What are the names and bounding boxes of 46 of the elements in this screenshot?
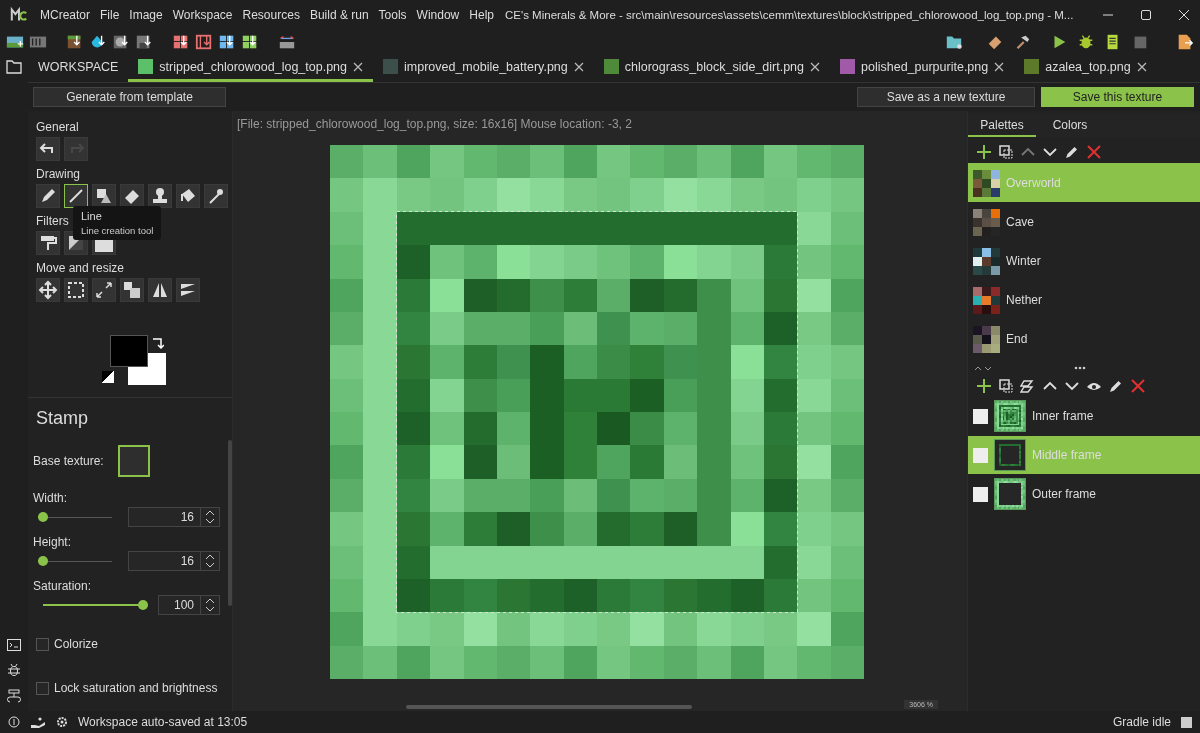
menu-item[interactable]: Image [124,8,168,22]
palette-item[interactable]: Nether [968,280,1200,319]
menu-item[interactable]: Workspace [167,8,238,22]
menu-item[interactable]: Build & run [304,8,374,22]
editor-tab[interactable]: azalea_top.png [1014,54,1157,82]
menu-item[interactable]: File [95,8,125,22]
number-field[interactable]: 16 [128,551,220,571]
palette-item[interactable]: Cave [968,202,1200,241]
editor-tab[interactable]: polished_purpurite.png [830,54,1015,82]
section-title: Filters [36,214,69,228]
number-field[interactable]: 100 [158,595,220,615]
tooltip-text: Line creation tool [81,225,154,236]
menu-item[interactable]: Help [464,8,499,22]
checkbox-label: Lock saturation and brightness [54,681,218,695]
panel-title: Stamp [36,408,90,429]
status-text: Workspace auto-saved at 13:05 [78,715,248,729]
checkbox-label: Colorize [54,637,98,651]
generate-button[interactable]: Generate from template [33,87,226,107]
layer-item[interactable]: Inner frame [968,397,1200,435]
save-as-new-button[interactable]: Save as a new texture [857,87,1035,107]
menu-item[interactable]: Tools [373,8,412,22]
palette-item[interactable]: Winter [968,241,1200,280]
editor-tab[interactable]: WORKSPACE [28,54,129,82]
section-title: Drawing [36,167,80,181]
section-title: Move and resize [36,261,125,275]
file-info: [File: stripped_chlorowood_log_top.png, size: 16x16] Mouse location: -3, 2 [237,117,632,131]
tooltip-title: Line [81,210,103,222]
field-label: Saturation: [33,579,93,593]
section-title: General [36,120,79,134]
editor-tab[interactable]: chlorograss_block_side_dirt.png [593,54,831,82]
number-field[interactable]: 16 [128,507,220,527]
panel-tab[interactable]: Palettes [968,113,1036,137]
menu-item[interactable]: Resources [237,8,305,22]
menu-item[interactable]: MCreator [35,8,95,22]
layer-item[interactable]: Outer frame [968,475,1200,513]
editor-tab[interactable]: improved_mobile_battery.png [373,54,594,82]
field-label: Width: [33,491,68,505]
field-label: Base texture: [33,454,104,468]
panel-tab[interactable]: Colors [1036,113,1104,137]
editor-tab[interactable]: stripped_chlorowood_log_top.png [128,54,373,82]
menu-item[interactable]: Window [411,8,465,22]
palette-item[interactable]: End [968,319,1200,358]
save-button[interactable]: Save this texture [1041,87,1194,107]
field-label: Height: [33,535,73,549]
window-title: CE's Minerals & More - src\main\resources\assets\cemm\textures\block\stripped_chlorowood_log_top.png - M... [505,9,1074,21]
gradle-status: Gradle idle [1112,715,1171,729]
